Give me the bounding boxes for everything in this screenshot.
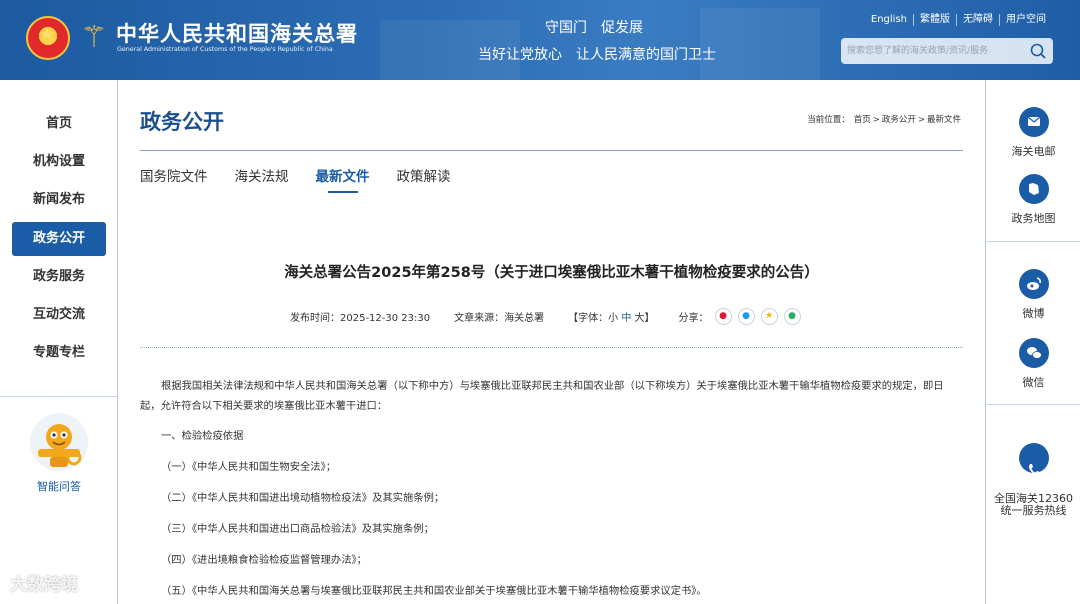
mail-icon (1018, 107, 1049, 137)
section-tabs: 国务院文件 海关法规 最新文件 政策解读 (140, 165, 478, 193)
hotline-link[interactable]: 全国海关12360 统一服务热线 (986, 431, 1080, 517)
tab-customs-regulations[interactable]: 海关法规 (235, 165, 289, 193)
wechat-label: 微信 (1022, 376, 1045, 389)
weibo-label: 微博 (1022, 307, 1045, 320)
site-header: ⚚ 中华人民共和国海关总署 General Administration of … (0, 0, 1080, 80)
article-paragraph: （二）《中华人民共和国进出境动植物检疫法》及其实施条例； (161, 492, 445, 504)
main-content: 政务公开 当前位置： 首页 > 政务公开 > 最新文件 国务院文件 海关法规 最新文件 政… (140, 80, 963, 604)
english-link[interactable]: English (865, 14, 913, 26)
breadcrumb-latest-files[interactable]: 最新文件 (927, 115, 961, 125)
wechat-link[interactable]: 微信 (986, 338, 1080, 390)
top-links: English 繁體版 无障碍 用户空间 (865, 14, 1052, 26)
article-body: 根据我国相关法律法规和中华人民共和国海关总署（以下称中方）与埃塞俄比亚联邦民主共… (140, 376, 963, 601)
font-size-label-close: 】 (644, 313, 655, 324)
customs-logo-icon[interactable]: ⚚ (76, 20, 112, 56)
font-size-large-button[interactable]: 大 (635, 313, 645, 324)
article-paragraph: （四）《进出境粮食检验检疫监督管理办法》； (161, 554, 367, 566)
article-source: 海关总署 (504, 313, 545, 324)
article-paragraph: 一、检验检疫依据 (161, 430, 244, 442)
government-map-link[interactable]: 政务地图 (986, 174, 1080, 226)
search-box (841, 38, 1053, 64)
qzone-share-icon[interactable]: ★ (760, 308, 778, 325)
wechat-icon (1018, 338, 1049, 368)
slogan-primary: 守国门 促发展 (545, 20, 643, 36)
map-icon (1018, 174, 1049, 204)
breadcrumb-home[interactable]: 首页 (854, 115, 871, 125)
weibo-share-icon[interactable]: ● (714, 308, 732, 325)
weibo-link[interactable]: 微博 (986, 269, 1080, 321)
font-size-medium-button[interactable]: 中 (621, 313, 631, 324)
nav-item-news[interactable]: 新闻发布 (12, 183, 106, 217)
font-size-label-open: 【字体： (568, 313, 609, 324)
breadcrumb: 当前位置： 首页 > 政务公开 > 最新文件 (807, 115, 961, 125)
search-input[interactable] (841, 38, 1021, 64)
tab-latest-files[interactable]: 最新文件 (316, 165, 370, 193)
nav-item-special-topics[interactable]: 专题专栏 (12, 336, 106, 370)
qq-share-icon[interactable]: ● (737, 308, 755, 325)
share-label: 分享： (678, 313, 709, 324)
nav-item-government-affairs[interactable]: 政务公开 (12, 222, 106, 256)
right-sidebar: 海关电邮 政务地图 微博 微信 全国海关12360 统一服务热线 (985, 80, 1080, 604)
nav-item-organization[interactable]: 机构设置 (12, 145, 106, 179)
assistant-mascot-icon[interactable] (30, 413, 88, 471)
traditional-chinese-link[interactable]: 繁體版 (913, 14, 956, 26)
sidebar-divider (986, 241, 1080, 242)
section-title: 政务公开 (140, 109, 224, 134)
site-subtitle: General Administration of Customs of the… (117, 46, 333, 53)
article-intro: 根据我国相关法律法规和中华人民共和国海关总署（以下称中方）与埃塞俄比亚联邦民主共… (140, 380, 944, 412)
breadcrumb-government-affairs[interactable]: 政务公开 (882, 115, 916, 125)
publish-time: 2025-12-30 23:30 (340, 313, 431, 324)
search-icon[interactable] (1029, 42, 1047, 60)
article-paragraph: （五）《中华人民共和国海关总署与埃塞俄比亚联邦民主共和国农业部关于埃塞俄比亚木薯… (161, 585, 707, 597)
left-navigation: 首页 机构设置 新闻发布 政务公开 政务服务 互动交流 专题专栏 智能问答 (0, 80, 118, 604)
slogan-secondary: 当好让党放心 让人民满意的国门卫士 (478, 47, 716, 63)
nav-item-home[interactable]: 首页 (12, 107, 106, 141)
breadcrumb-prefix: 当前位置： (807, 115, 850, 125)
article-paragraph: （一）《中华人民共和国生物安全法》； (161, 461, 337, 473)
article-title: 海关总署公告2025年第258号（关于进口埃塞俄比亚木薯干植物检疫要求的公告） (284, 265, 819, 281)
customs-email-label: 海关电邮 (1011, 145, 1056, 158)
government-map-label: 政务地图 (1011, 212, 1056, 225)
sidebar-divider (986, 404, 1080, 405)
header-building-decoration (700, 8, 820, 80)
nav-divider (0, 396, 118, 397)
assistant-label[interactable]: 智能问答 (0, 478, 118, 494)
site-title[interactable]: 中华人民共和国海关总署 (116, 18, 358, 48)
accessibility-link[interactable]: 无障碍 (956, 14, 999, 26)
weibo-icon (1018, 269, 1049, 299)
section-divider (140, 150, 963, 151)
publish-time-label: 发布时间： (290, 313, 340, 324)
font-size-control: 【字体：小 中 大】 (568, 309, 654, 324)
nav-item-services[interactable]: 政务服务 (12, 260, 106, 294)
hotline-label: 全国海关12360 统一服务热线 (994, 492, 1073, 517)
tab-state-council-files[interactable]: 国务院文件 (140, 165, 208, 193)
font-size-small-button[interactable]: 小 (608, 313, 618, 324)
national-emblem-icon[interactable] (26, 16, 70, 60)
watermark: 大数跨境 (10, 575, 78, 595)
tab-policy-interpretation[interactable]: 政策解读 (397, 165, 451, 193)
nav-item-interaction[interactable]: 互动交流 (12, 298, 106, 332)
article-divider (140, 347, 963, 348)
phone-icon (1018, 443, 1049, 475)
source-label: 文章来源： (454, 313, 505, 324)
article-meta: 发布时间：2025-12-30 23:30 文章来源：海关总署 【字体：小 中 … (290, 308, 801, 325)
user-space-link[interactable]: 用户空间 (999, 14, 1052, 26)
article-paragraph: （三）《中华人民共和国进出口商品检验法》及其实施条例； (161, 523, 434, 535)
wechat-share-icon[interactable]: ● (783, 308, 801, 325)
customs-email-link[interactable]: 海关电邮 (986, 107, 1080, 159)
